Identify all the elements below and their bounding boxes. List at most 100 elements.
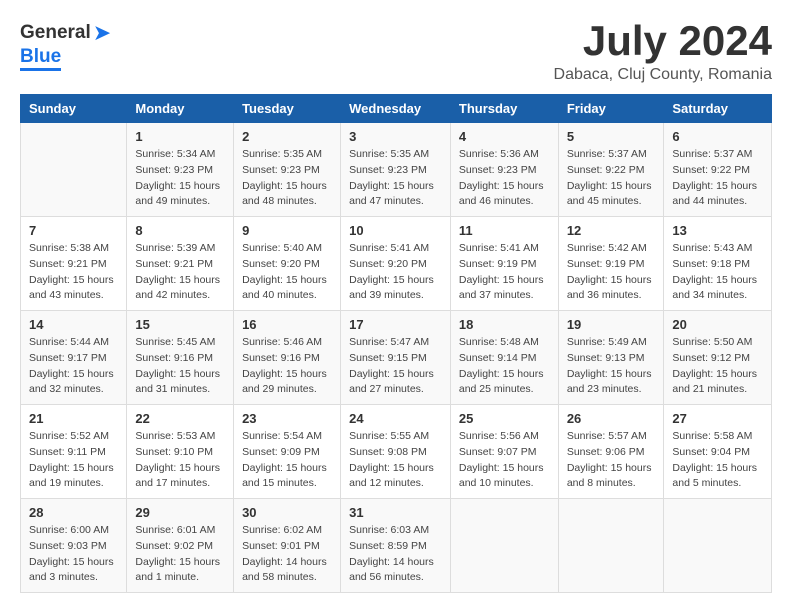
day-number: 2 <box>242 129 332 144</box>
day-info: Sunrise: 5:35 AM Sunset: 9:23 PM Dayligh… <box>242 147 332 210</box>
day-number: 28 <box>29 505 118 520</box>
calendar-cell: 31 Sunrise: 6:03 AM Sunset: 8:59 PM Dayli… <box>341 499 451 593</box>
week-row-4: 21Sunrise: 5:52 AM Sunset: 9:11 PM Dayli… <box>21 405 772 499</box>
day-number: 20 <box>672 317 763 332</box>
calendar-cell: 19 Sunrise: 5:49 AM Sunset: 9:13 PM Dayli… <box>558 311 664 405</box>
calendar-cell: 27Sunrise: 5:58 AM Sunset: 9:04 PM Dayli… <box>664 405 772 499</box>
day-info: Sunrise: 5:49 AM Sunset: 9:13 PM Dayligh… <box>567 335 656 398</box>
day-info: Sunrise: 5:46 AM Sunset: 9:16 PM Dayligh… <box>242 335 332 398</box>
day-number: 18 <box>459 317 550 332</box>
day-info: Sunrise: 5:39 AM Sunset: 9:21 PM Dayligh… <box>135 241 225 304</box>
day-info: Sunrise: 5:38 AM Sunset: 9:21 PM Dayligh… <box>29 241 118 304</box>
calendar-cell: 23Sunrise: 5:54 AM Sunset: 9:09 PM Dayli… <box>234 405 341 499</box>
day-number: 12 <box>567 223 656 238</box>
day-number: 7 <box>29 223 118 238</box>
column-headers: SundayMondayTuesdayWednesdayThursdayFrid… <box>21 95 772 123</box>
day-number: 15 <box>135 317 225 332</box>
calendar-cell: 6 Sunrise: 5:37 AM Sunset: 9:22 PM Daylig… <box>664 123 772 217</box>
logo-general-text: General <box>20 22 91 44</box>
day-info: Sunrise: 5:55 AM Sunset: 9:08 PM Dayligh… <box>349 429 442 492</box>
day-number: 8 <box>135 223 225 238</box>
day-info: Sunrise: 5:44 AM Sunset: 9:17 PM Dayligh… <box>29 335 118 398</box>
calendar-cell: 30Sunrise: 6:02 AM Sunset: 9:01 PM Dayli… <box>234 499 341 593</box>
day-number: 31 <box>349 505 442 520</box>
day-number: 4 <box>459 129 550 144</box>
column-header-monday: Monday <box>127 95 234 123</box>
column-header-friday: Friday <box>558 95 664 123</box>
day-info: Sunrise: 5:34 AM Sunset: 9:23 PM Dayligh… <box>135 147 225 210</box>
day-info: Sunrise: 5:37 AM Sunset: 9:22 PM Dayligh… <box>672 147 763 210</box>
day-number: 24 <box>349 411 442 426</box>
day-info: Sunrise: 5:50 AM Sunset: 9:12 PM Dayligh… <box>672 335 763 398</box>
day-number: 6 <box>672 129 763 144</box>
column-header-tuesday: Tuesday <box>234 95 341 123</box>
day-number: 26 <box>567 411 656 426</box>
calendar-cell <box>450 499 558 593</box>
day-number: 5 <box>567 129 656 144</box>
calendar-cell: 10 Sunrise: 5:41 AM Sunset: 9:20 PM Dayli… <box>341 217 451 311</box>
day-number: 9 <box>242 223 332 238</box>
day-number: 11 <box>459 223 550 238</box>
calendar-cell: 3 Sunrise: 5:35 AM Sunset: 9:23 PM Daylig… <box>341 123 451 217</box>
week-row-3: 14 Sunrise: 5:44 AM Sunset: 9:17 PM Dayli… <box>21 311 772 405</box>
calendar-cell: 13 Sunrise: 5:43 AM Sunset: 9:18 PM Dayli… <box>664 217 772 311</box>
calendar-cell: 7 Sunrise: 5:38 AM Sunset: 9:21 PM Daylig… <box>21 217 127 311</box>
day-number: 25 <box>459 411 550 426</box>
day-info: Sunrise: 6:03 AM Sunset: 8:59 PM Dayligh… <box>349 523 442 586</box>
title-section: July 2024 Dabaca, Cluj County, Romania <box>554 20 772 84</box>
calendar-cell: 18 Sunrise: 5:48 AM Sunset: 9:14 PM Dayli… <box>450 311 558 405</box>
day-number: 17 <box>349 317 442 332</box>
calendar-table: SundayMondayTuesdayWednesdayThursdayFrid… <box>20 94 772 593</box>
day-number: 10 <box>349 223 442 238</box>
day-number: 23 <box>242 411 332 426</box>
calendar-cell: 24 Sunrise: 5:55 AM Sunset: 9:08 PM Dayli… <box>341 405 451 499</box>
calendar-cell <box>558 499 664 593</box>
day-info: Sunrise: 5:37 AM Sunset: 9:22 PM Dayligh… <box>567 147 656 210</box>
day-info: Sunrise: 5:56 AM Sunset: 9:07 PM Dayligh… <box>459 429 550 492</box>
logo: General ➤ Blue <box>20 20 111 68</box>
calendar-cell: 4Sunrise: 5:36 AM Sunset: 9:23 PM Daylig… <box>450 123 558 217</box>
logo-bird-icon: ➤ <box>93 20 111 46</box>
day-number: 16 <box>242 317 332 332</box>
day-number: 13 <box>672 223 763 238</box>
day-number: 21 <box>29 411 118 426</box>
day-number: 14 <box>29 317 118 332</box>
day-number: 1 <box>135 129 225 144</box>
calendar-cell: 14 Sunrise: 5:44 AM Sunset: 9:17 PM Dayli… <box>21 311 127 405</box>
day-info: Sunrise: 5:43 AM Sunset: 9:18 PM Dayligh… <box>672 241 763 304</box>
week-row-2: 7 Sunrise: 5:38 AM Sunset: 9:21 PM Daylig… <box>21 217 772 311</box>
week-row-5: 28Sunrise: 6:00 AM Sunset: 9:03 PM Dayli… <box>21 499 772 593</box>
day-info: Sunrise: 5:53 AM Sunset: 9:10 PM Dayligh… <box>135 429 225 492</box>
calendar-cell: 22 Sunrise: 5:53 AM Sunset: 9:10 PM Dayli… <box>127 405 234 499</box>
day-info: Sunrise: 6:01 AM Sunset: 9:02 PM Dayligh… <box>135 523 225 586</box>
calendar-cell: 5 Sunrise: 5:37 AM Sunset: 9:22 PM Daylig… <box>558 123 664 217</box>
calendar-cell <box>21 123 127 217</box>
month-title: July 2024 <box>554 20 772 62</box>
day-info: Sunrise: 5:45 AM Sunset: 9:16 PM Dayligh… <box>135 335 225 398</box>
day-info: Sunrise: 5:41 AM Sunset: 9:20 PM Dayligh… <box>349 241 442 304</box>
day-info: Sunrise: 5:47 AM Sunset: 9:15 PM Dayligh… <box>349 335 442 398</box>
calendar-cell <box>664 499 772 593</box>
day-number: 22 <box>135 411 225 426</box>
day-number: 29 <box>135 505 225 520</box>
day-info: Sunrise: 5:58 AM Sunset: 9:04 PM Dayligh… <box>672 429 763 492</box>
day-info: Sunrise: 5:42 AM Sunset: 9:19 PM Dayligh… <box>567 241 656 304</box>
column-header-thursday: Thursday <box>450 95 558 123</box>
day-number: 19 <box>567 317 656 332</box>
day-number: 3 <box>349 129 442 144</box>
calendar-cell: 15 Sunrise: 5:45 AM Sunset: 9:16 PM Dayli… <box>127 311 234 405</box>
column-header-saturday: Saturday <box>664 95 772 123</box>
calendar-cell: 17 Sunrise: 5:47 AM Sunset: 9:15 PM Dayli… <box>341 311 451 405</box>
calendar-cell: 2 Sunrise: 5:35 AM Sunset: 9:23 PM Daylig… <box>234 123 341 217</box>
location-subtitle: Dabaca, Cluj County, Romania <box>554 66 772 84</box>
week-row-1: 1 Sunrise: 5:34 AM Sunset: 9:23 PM Daylig… <box>21 123 772 217</box>
column-header-sunday: Sunday <box>21 95 127 123</box>
calendar-cell: 8 Sunrise: 5:39 AM Sunset: 9:21 PM Daylig… <box>127 217 234 311</box>
day-info: Sunrise: 5:48 AM Sunset: 9:14 PM Dayligh… <box>459 335 550 398</box>
calendar-cell: 20 Sunrise: 5:50 AM Sunset: 9:12 PM Dayli… <box>664 311 772 405</box>
calendar-cell: 11 Sunrise: 5:41 AM Sunset: 9:19 PM Dayli… <box>450 217 558 311</box>
day-info: Sunrise: 5:35 AM Sunset: 9:23 PM Dayligh… <box>349 147 442 210</box>
day-info: Sunrise: 5:41 AM Sunset: 9:19 PM Dayligh… <box>459 241 550 304</box>
logo-blue-text: Blue <box>20 46 61 71</box>
calendar-cell: 25 Sunrise: 5:56 AM Sunset: 9:07 PM Dayli… <box>450 405 558 499</box>
